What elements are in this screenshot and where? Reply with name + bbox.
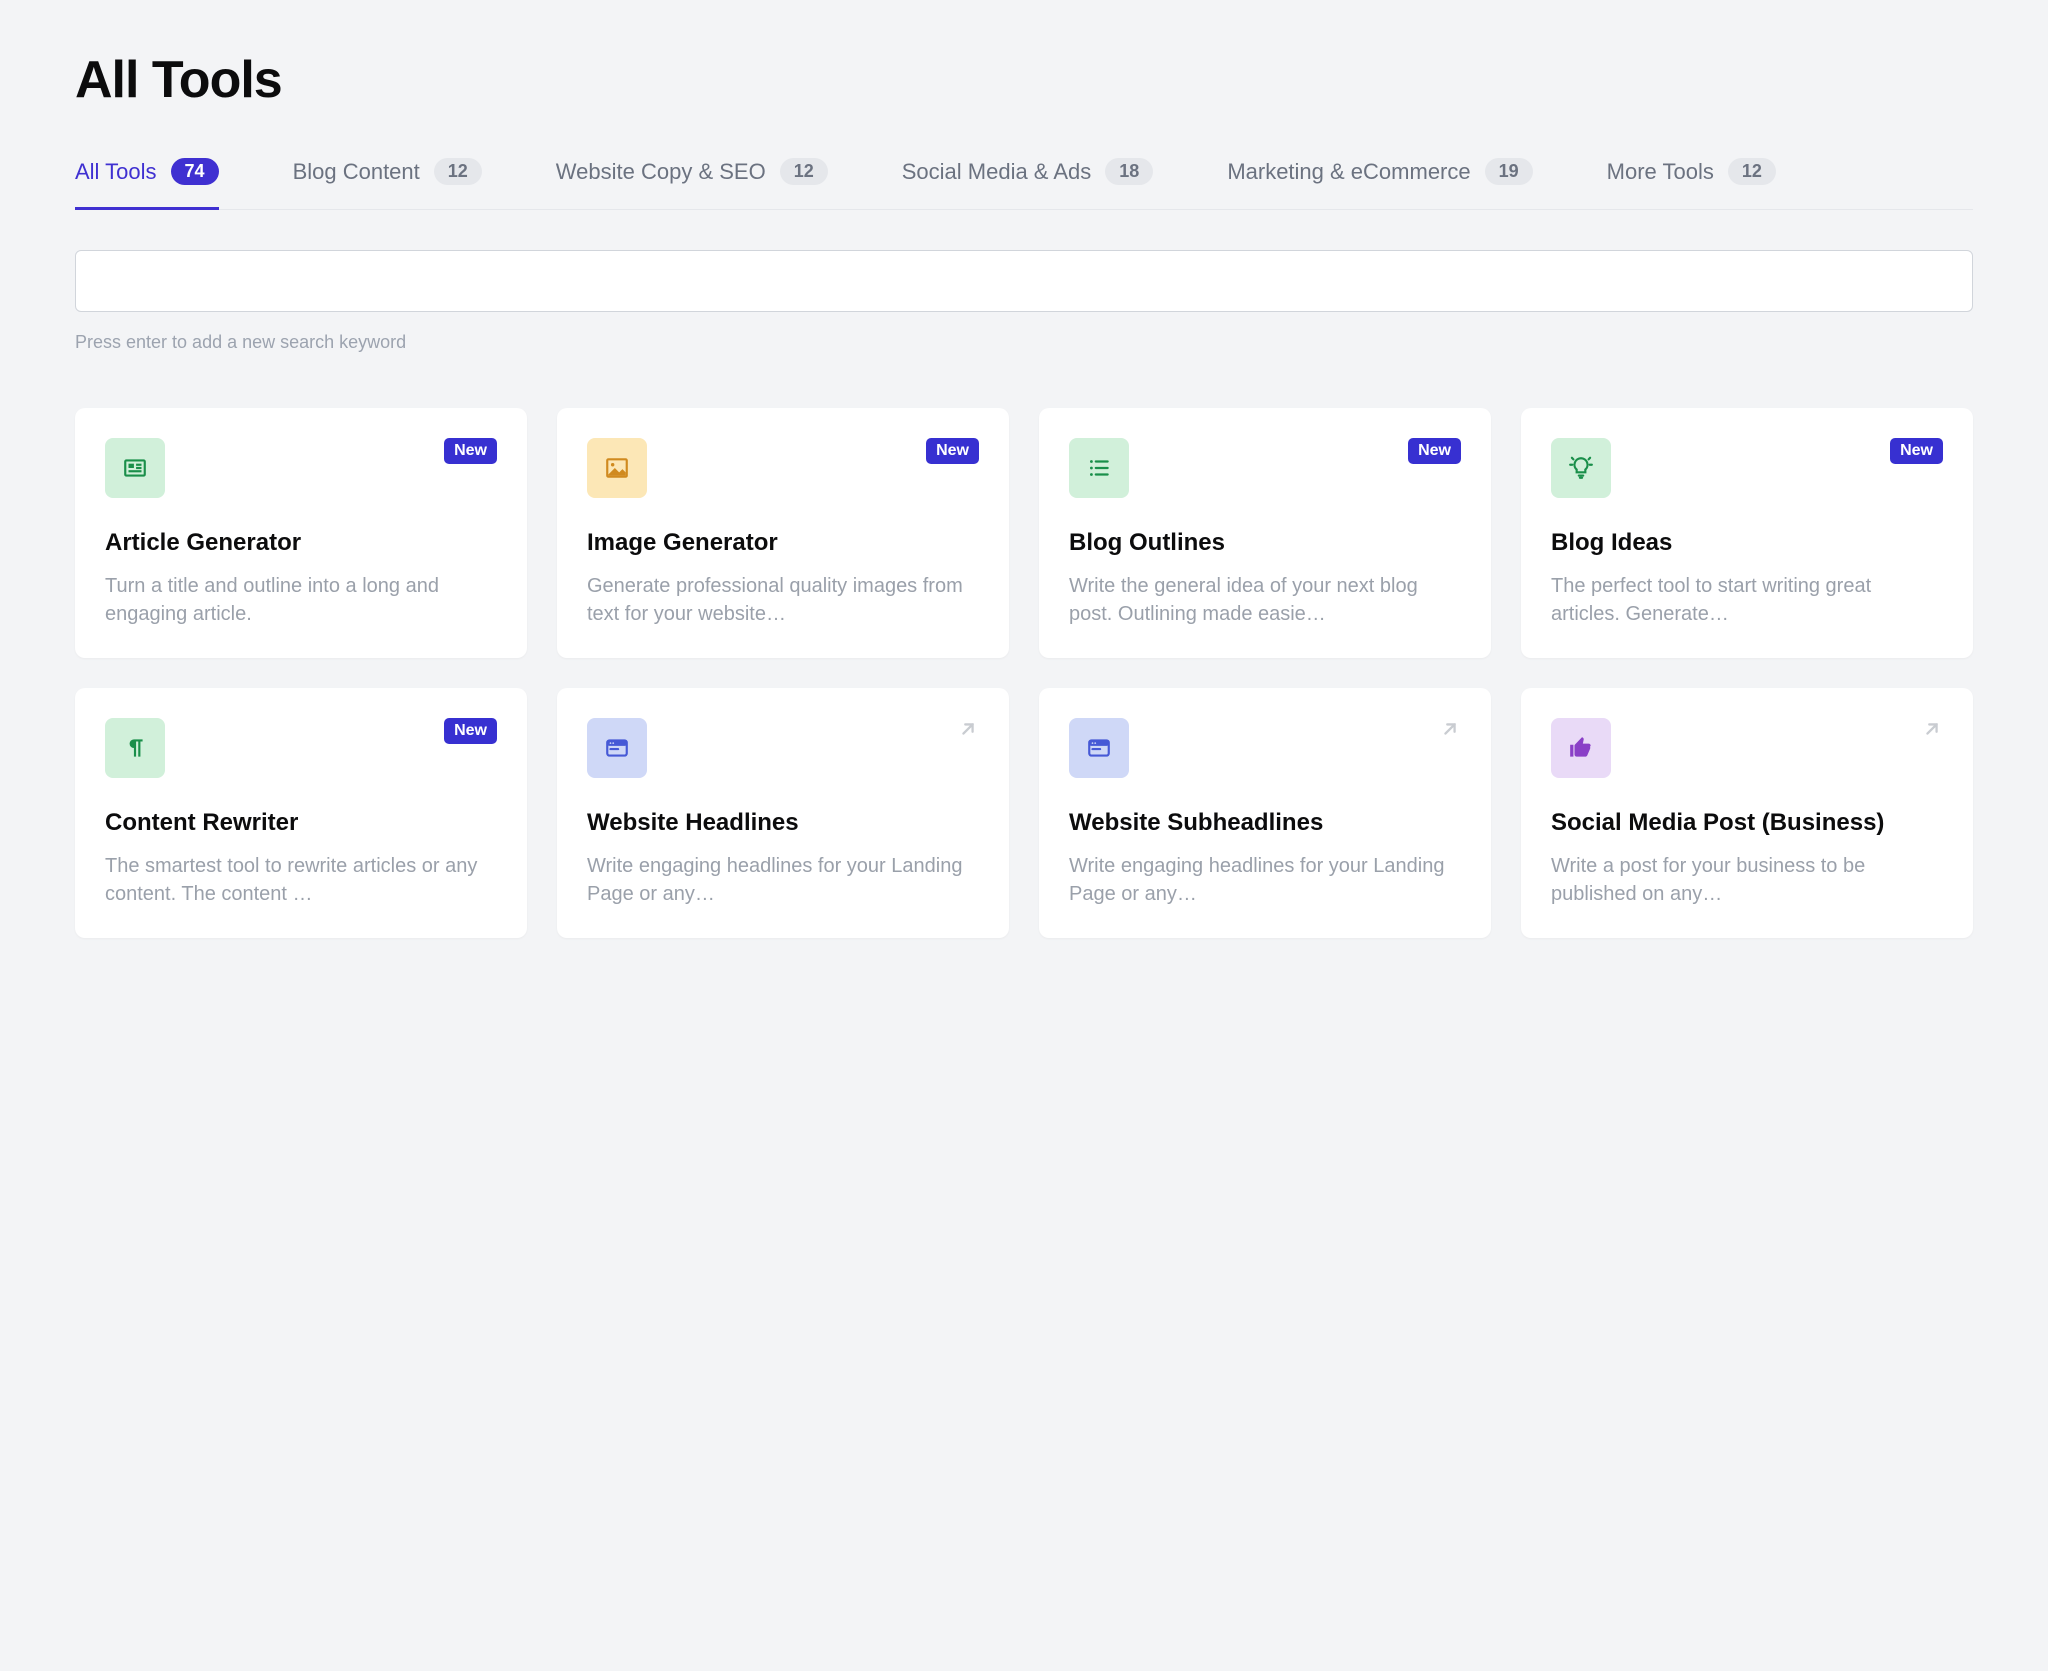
tool-title: Blog Outlines: [1069, 528, 1461, 558]
tab-website-copy-seo[interactable]: Website Copy & SEO 12: [556, 158, 828, 209]
tab-label: All Tools: [75, 159, 157, 185]
page-title: All Tools: [75, 50, 1973, 110]
tool-title: Website Subheadlines: [1069, 808, 1461, 838]
list-icon: [1069, 438, 1129, 498]
tool-desc: Write the general idea of your next blog…: [1069, 572, 1461, 628]
tool-title: Content Rewriter: [105, 808, 497, 838]
tab-count: 18: [1105, 158, 1153, 185]
tab-label: Blog Content: [293, 159, 420, 185]
tool-title: Article Generator: [105, 528, 497, 558]
filter-tabs: All Tools 74 Blog Content 12 Website Cop…: [75, 158, 1973, 210]
tab-blog-content[interactable]: Blog Content 12: [293, 158, 482, 209]
tab-count: 12: [1728, 158, 1776, 185]
idea-icon: [1551, 438, 1611, 498]
pilcrow-icon: [105, 718, 165, 778]
external-link-icon: [1439, 718, 1461, 740]
tab-count: 74: [171, 158, 219, 185]
new-badge: New: [926, 438, 979, 464]
tool-card-article-generator[interactable]: New Article Generator Turn a title and o…: [75, 408, 527, 658]
tool-desc: Write a post for your business to be pub…: [1551, 852, 1943, 908]
tool-title: Blog Ideas: [1551, 528, 1943, 558]
tab-all-tools[interactable]: All Tools 74: [75, 158, 219, 209]
tool-card-website-headlines[interactable]: Website Headlines Write engaging headlin…: [557, 688, 1009, 938]
window-icon: [1069, 718, 1129, 778]
tab-label: Social Media & Ads: [902, 159, 1092, 185]
search-input[interactable]: [75, 250, 1973, 312]
tab-social-media-ads[interactable]: Social Media & Ads 18: [902, 158, 1154, 209]
tool-desc: Turn a title and outline into a long and…: [105, 572, 497, 628]
image-icon: [587, 438, 647, 498]
new-badge: New: [1890, 438, 1943, 464]
tool-desc: Write engaging headlines for your Landin…: [587, 852, 979, 908]
tool-card-social-media-post-business[interactable]: Social Media Post (Business) Write a pos…: [1521, 688, 1973, 938]
tab-label: More Tools: [1607, 159, 1714, 185]
new-badge: New: [444, 718, 497, 744]
tool-title: Website Headlines: [587, 808, 979, 838]
tool-desc: The perfect tool to start writing great …: [1551, 572, 1943, 628]
new-badge: New: [1408, 438, 1461, 464]
article-icon: [105, 438, 165, 498]
tool-card-content-rewriter[interactable]: New Content Rewriter The smartest tool t…: [75, 688, 527, 938]
tool-desc: Generate professional quality images fro…: [587, 572, 979, 628]
tool-title: Social Media Post (Business): [1551, 808, 1943, 838]
tab-count: 12: [434, 158, 482, 185]
external-link-icon: [957, 718, 979, 740]
tool-card-blog-ideas[interactable]: New Blog Ideas The perfect tool to start…: [1521, 408, 1973, 658]
window-icon: [587, 718, 647, 778]
tab-marketing-ecommerce[interactable]: Marketing & eCommerce 19: [1227, 158, 1532, 209]
tab-count: 12: [780, 158, 828, 185]
tab-more-tools[interactable]: More Tools 12: [1607, 158, 1776, 209]
tab-label: Marketing & eCommerce: [1227, 159, 1470, 185]
tab-count: 19: [1485, 158, 1533, 185]
tools-grid: New Article Generator Turn a title and o…: [75, 408, 1973, 938]
thumb-icon: [1551, 718, 1611, 778]
tool-card-website-subheadlines[interactable]: Website Subheadlines Write engaging head…: [1039, 688, 1491, 938]
tool-desc: The smartest tool to rewrite articles or…: [105, 852, 497, 908]
external-link-icon: [1921, 718, 1943, 740]
tool-desc: Write engaging headlines for your Landin…: [1069, 852, 1461, 908]
search-hint: Press enter to add a new search keyword: [75, 332, 1973, 353]
new-badge: New: [444, 438, 497, 464]
tab-label: Website Copy & SEO: [556, 159, 766, 185]
tool-card-blog-outlines[interactable]: New Blog Outlines Write the general idea…: [1039, 408, 1491, 658]
tool-title: Image Generator: [587, 528, 979, 558]
tool-card-image-generator[interactable]: New Image Generator Generate professiona…: [557, 408, 1009, 658]
